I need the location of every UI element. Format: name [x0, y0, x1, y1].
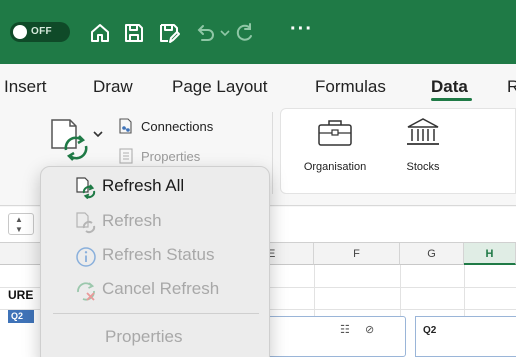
connections-button[interactable]: Connections — [118, 118, 213, 134]
slicer-tag-q2[interactable]: Q2 — [8, 310, 34, 323]
title-bar: OFF ··· — [0, 0, 516, 64]
autosave-state-label: OFF — [31, 26, 52, 37]
menu-item-refresh-all[interactable]: Refresh All — [75, 173, 265, 200]
refresh-all-button-icon[interactable] — [48, 116, 94, 162]
menu-item-cancel-refresh[interactable]: Cancel Refresh — [75, 276, 265, 302]
tab-data[interactable]: Data — [431, 77, 468, 97]
menu-separator — [53, 313, 259, 314]
column-header-f[interactable]: F — [314, 243, 400, 265]
connections-label: Connections — [141, 119, 214, 134]
refresh-dropdown-menu: Refresh All Refresh Refresh Status Cance… — [40, 166, 270, 357]
menu-item-properties[interactable]: Properties — [105, 327, 182, 347]
menu-item-label: Refresh Status — [102, 245, 215, 264]
cancel-refresh-icon — [75, 280, 97, 302]
clear-filter-icon[interactable]: ⊘ — [365, 324, 374, 336]
redo-icon[interactable] — [232, 21, 256, 45]
menu-item-label: Refresh — [102, 211, 162, 230]
cell-text-ure[interactable]: URE — [8, 288, 33, 302]
tab-draw[interactable]: Draw — [93, 77, 133, 97]
refresh-all-icon — [75, 177, 97, 200]
save-icon[interactable] — [122, 21, 146, 45]
slicer-controls: ☷ ⊘ — [340, 323, 374, 336]
refresh-icon — [75, 212, 97, 234]
properties-button[interactable]: Properties — [118, 148, 200, 164]
name-box-stepper[interactable]: ▲ ▼ — [8, 213, 34, 235]
multi-select-icon[interactable]: ☷ — [340, 324, 350, 336]
briefcase-icon — [318, 120, 352, 146]
column-header-h[interactable]: H — [464, 243, 516, 265]
tab-formulas[interactable]: Formulas — [315, 77, 386, 97]
stocks-label: Stocks — [406, 161, 440, 173]
autosave-toggle[interactable]: OFF — [10, 22, 70, 42]
ribbon-group-divider — [272, 112, 273, 194]
properties-label: Properties — [141, 149, 201, 164]
home-icon[interactable] — [88, 21, 112, 45]
organisation-data-type-button[interactable]: Organisation — [287, 117, 383, 173]
menu-item-label: Refresh All — [102, 176, 185, 195]
stepper-down-icon: ▼ — [15, 225, 23, 234]
toggle-knob — [13, 25, 27, 39]
tab-review[interactable]: R — [507, 77, 516, 97]
save-as-icon[interactable] — [157, 21, 181, 45]
tab-page-layout[interactable]: Page Layout — [172, 77, 267, 97]
info-icon — [75, 246, 97, 268]
tab-insert[interactable]: Insert — [4, 77, 47, 97]
slicer-q2[interactable]: Q2 — [415, 316, 516, 357]
undo-menu-chevron-icon[interactable] — [213, 21, 230, 45]
menu-item-refresh[interactable]: Refresh — [75, 208, 265, 234]
menu-item-refresh-status[interactable]: Refresh Status — [75, 242, 265, 268]
refresh-dropdown-chevron-icon[interactable] — [93, 130, 103, 141]
active-tab-indicator — [431, 98, 472, 101]
data-types-gallery: Organisation Stocks — [280, 108, 516, 194]
menu-item-label: Cancel Refresh — [102, 279, 220, 298]
stocks-data-type-button[interactable]: Stocks — [391, 117, 455, 173]
more-options-icon[interactable]: ··· — [290, 18, 313, 41]
organisation-label: Organisation — [303, 161, 367, 173]
column-header-g[interactable]: G — [400, 243, 464, 265]
stepper-up-icon: ▲ — [15, 215, 23, 224]
slicer-title: Q2 — [423, 325, 437, 336]
bank-icon — [407, 118, 439, 145]
properties-icon — [118, 148, 134, 164]
connections-icon — [118, 118, 134, 134]
